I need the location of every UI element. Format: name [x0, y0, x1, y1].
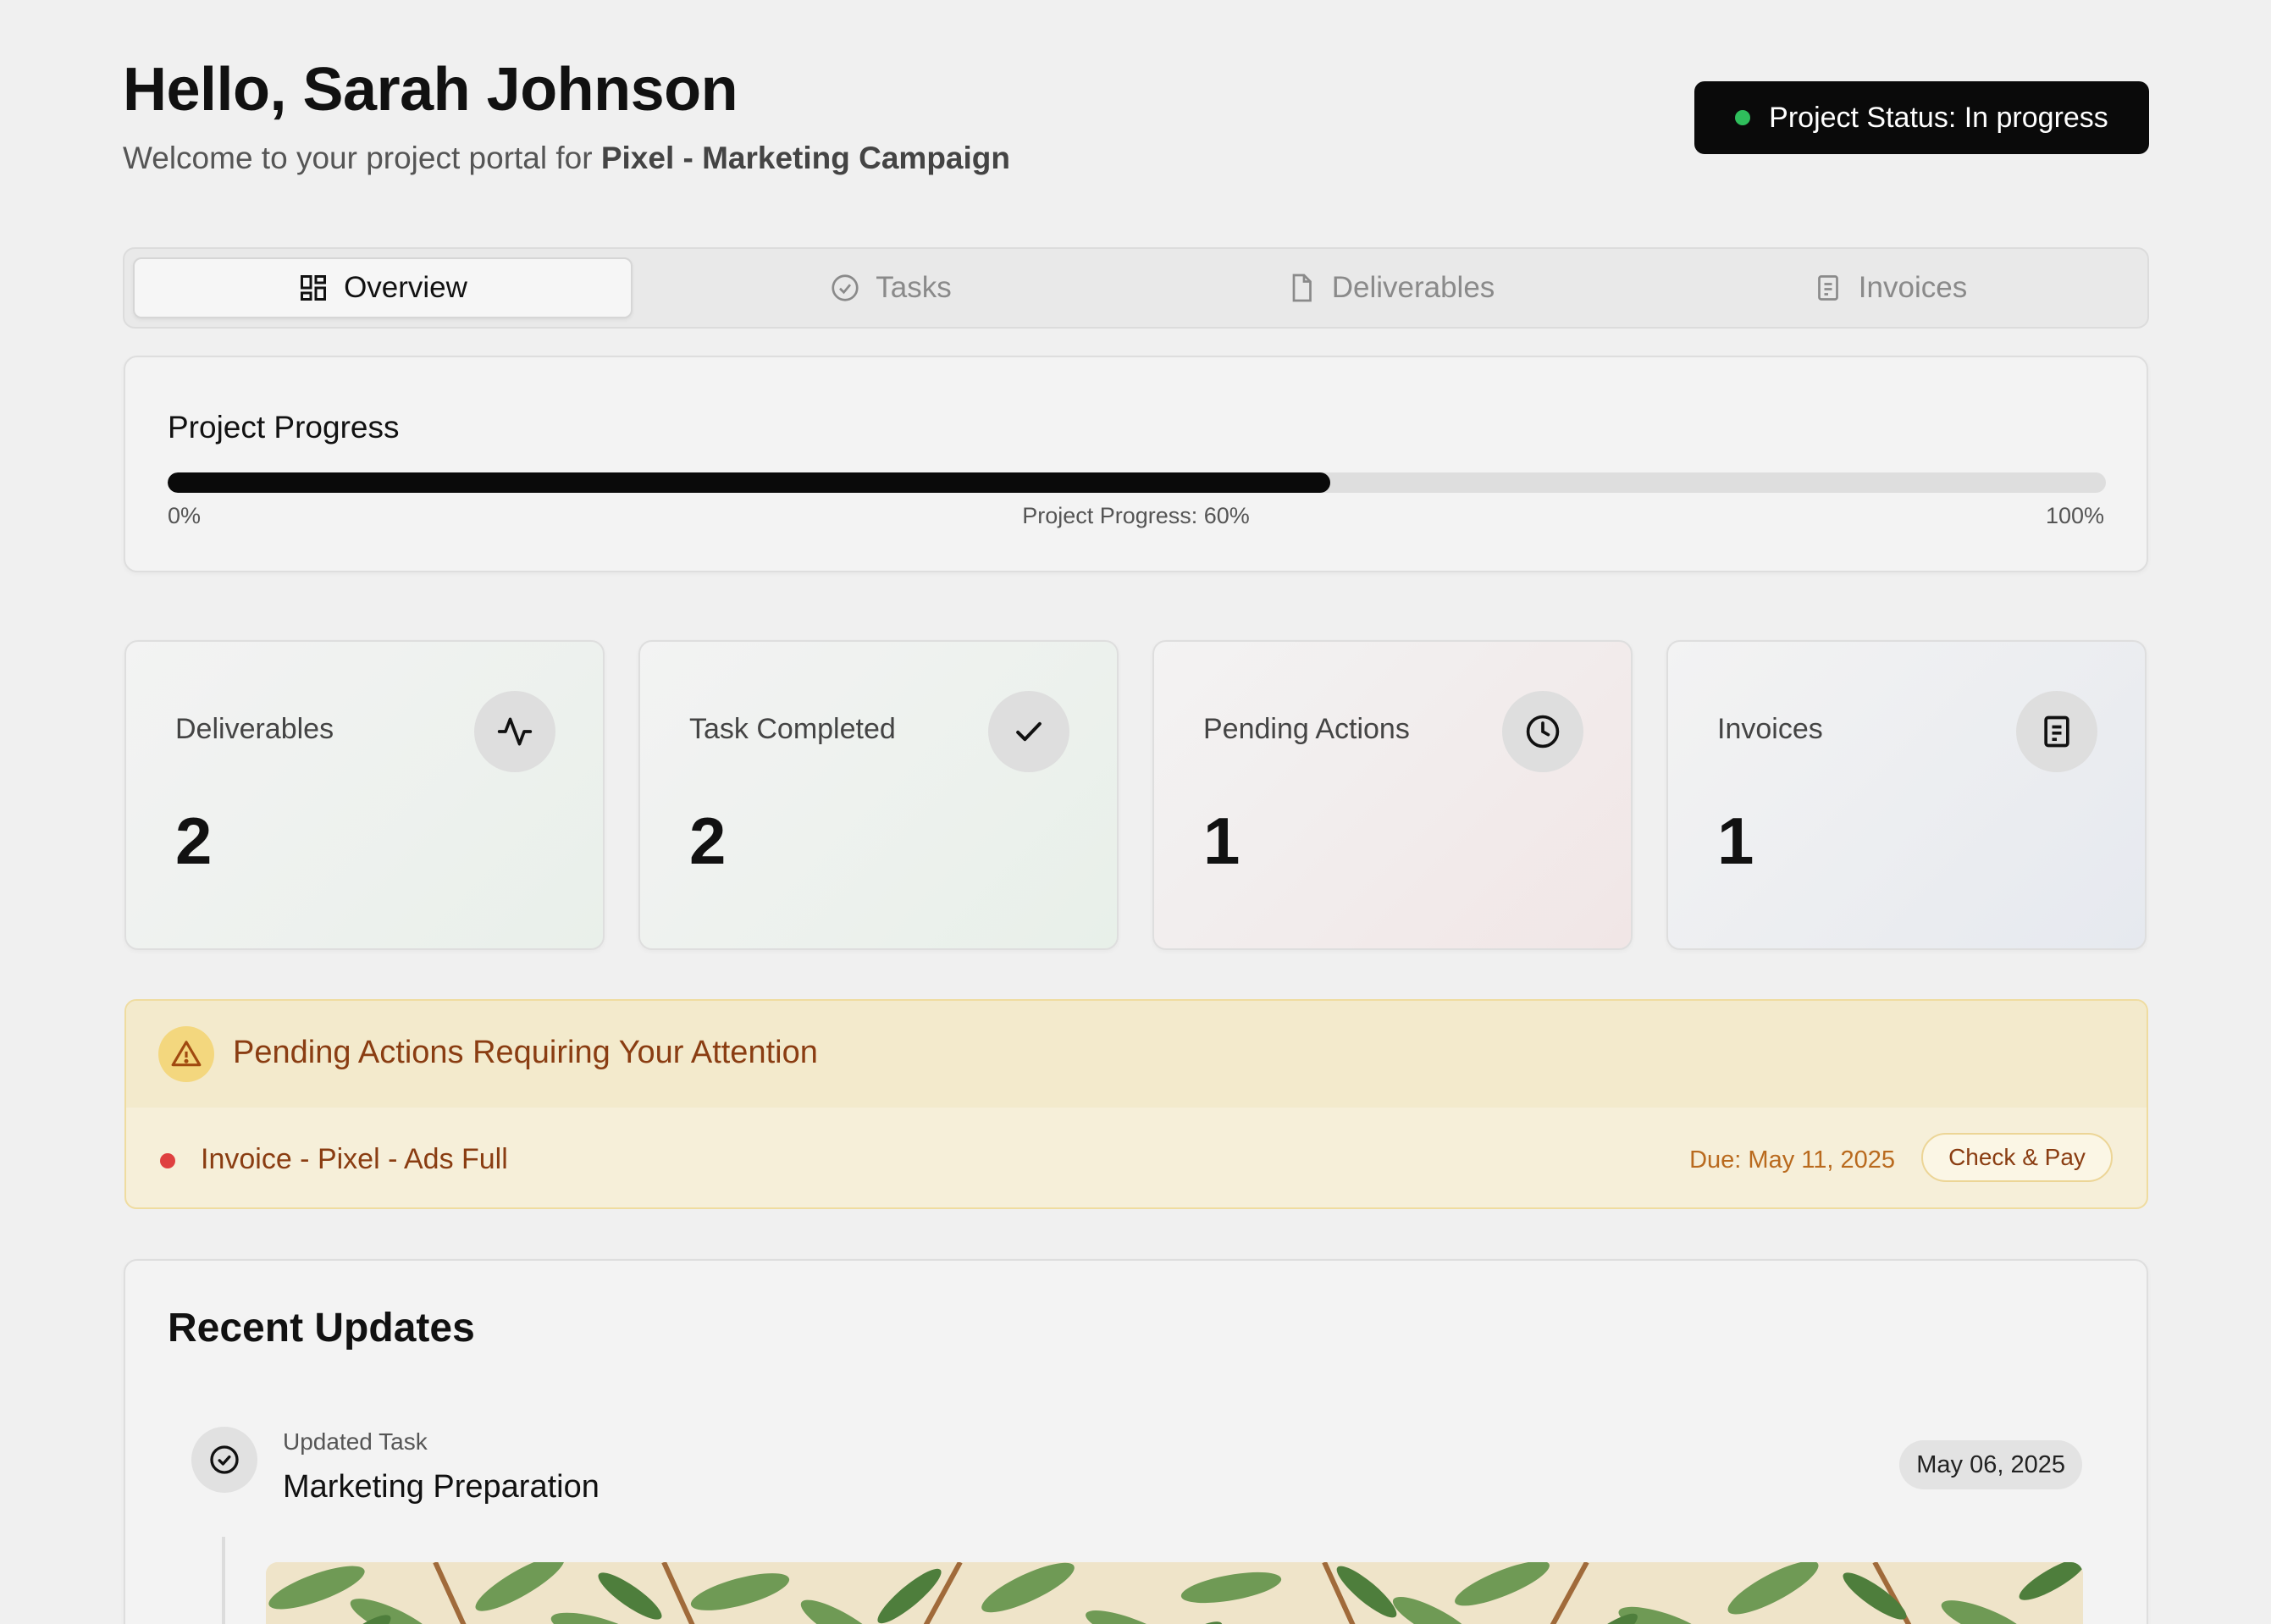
progress-title: Project Progress [168, 410, 400, 445]
update-attachment-image[interactable] [266, 1562, 2083, 1624]
pending-action-name: Invoice - Pixel - Ads Full [201, 1143, 508, 1175]
tab-overview-label: Overview [344, 271, 467, 304]
receipt-icon [2016, 691, 2097, 772]
pending-action-due-date: Due: May 11, 2025 [1689, 1146, 1895, 1174]
status-dot-icon [1735, 110, 1751, 125]
stat-card-deliverables: Deliverables 2 [124, 640, 605, 950]
progress-value-label: Project Progress: 60% [1022, 503, 1250, 528]
project-status-badge: Project Status: In progress [1694, 81, 2149, 154]
project-portal-page: Hello, Sarah Johnson Welcome to your pro… [0, 0, 2271, 1624]
stat-card-invoices: Invoices 1 [1666, 640, 2147, 950]
subtitle-prefix: Welcome to your project portal for [123, 141, 601, 175]
update-type: Updated Task [283, 1428, 428, 1455]
check-circle-icon [191, 1427, 257, 1493]
stat-value: 1 [1717, 804, 1754, 878]
stat-value: 1 [1203, 804, 1240, 878]
project-status-label: Project Status: In progress [1769, 101, 2108, 134]
project-progress-card: Project Progress 0% Project Progress: 60… [124, 356, 2148, 572]
progress-max-label: 100% [2045, 503, 2104, 528]
recent-updates-title: Recent Updates [168, 1306, 475, 1351]
pending-actions-title: Pending Actions Requiring Your Attention [233, 1035, 818, 1070]
tab-overview[interactable]: Overview [133, 257, 633, 318]
pending-actions-panel: Pending Actions Requiring Your Attention… [124, 999, 2148, 1209]
tab-deliverables[interactable]: Deliverables [1141, 257, 1640, 318]
stat-label: Task Completed [689, 713, 896, 745]
clock-icon [1502, 691, 1583, 772]
alert-dot-icon [160, 1153, 175, 1168]
tab-tasks-label: Tasks [876, 271, 952, 304]
warning-icon [158, 1026, 214, 1082]
leaf-pattern-image [266, 1562, 2083, 1624]
checkmark-icon [988, 691, 1069, 772]
tab-tasks[interactable]: Tasks [641, 257, 1141, 318]
welcome-subtitle: Welcome to your project portal for Pixel… [123, 139, 1010, 178]
update-name[interactable]: Marketing Preparation [283, 1469, 600, 1505]
tab-bar: Overview Tasks Deliverables Invoices [123, 247, 2149, 329]
grid-icon [301, 275, 327, 301]
greeting-heading: Hello, Sarah Johnson [123, 56, 738, 124]
stat-label: Deliverables [175, 713, 334, 745]
stat-card-pending-actions: Pending Actions 1 [1152, 640, 1633, 950]
tab-invoices-label: Invoices [1858, 271, 1968, 304]
check-circle-icon [832, 274, 859, 301]
pending-actions-header: Pending Actions Requiring Your Attention [126, 1001, 2147, 1108]
timeline-line [222, 1537, 225, 1624]
stat-label: Pending Actions [1203, 713, 1410, 745]
progress-bar [168, 472, 2106, 493]
file-icon [1292, 273, 1312, 302]
pending-action-item: Invoice - Pixel - Ads Full Due: May 11, … [126, 1108, 2147, 1207]
stat-value: 2 [689, 804, 727, 878]
recent-updates-card: Recent Updates Updated Task Marketing Pr… [124, 1259, 2148, 1624]
activity-icon [474, 691, 555, 772]
stat-card-task-completed: Task Completed 2 [638, 640, 1119, 950]
stat-label: Invoices [1717, 713, 1823, 745]
project-name: Pixel - Marketing Campaign [600, 141, 1010, 175]
progress-bar-fill [168, 472, 1331, 493]
tab-deliverables-label: Deliverables [1331, 271, 1495, 304]
receipt-icon [1817, 275, 1838, 301]
update-date-badge: May 06, 2025 [1899, 1440, 2082, 1489]
stat-value: 2 [175, 804, 213, 878]
tab-invoices[interactable]: Invoices [1640, 257, 2140, 318]
check-and-pay-button[interactable]: Check & Pay [1921, 1133, 2113, 1182]
